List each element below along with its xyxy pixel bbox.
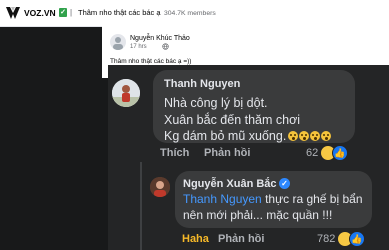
reply-line-2: nên mới phải... mặc quần !!! (183, 208, 333, 222)
voz-logo-icon[interactable] (5, 5, 21, 21)
comment-line-3: Kg dám bỏ mũ xuống. (164, 128, 332, 145)
reply-author-name[interactable]: Nguyễn Xuân Bắc (183, 178, 277, 191)
post-timestamp[interactable]: 17 hrs (130, 43, 147, 51)
comment-screenshot: Thanh Nguyen Nhà công lý bị dột. Xuân bắ… (108, 65, 389, 250)
emoji-group (288, 129, 332, 145)
astonished-emoji-icon (310, 131, 321, 141)
reply-avatar[interactable] (150, 177, 170, 197)
avatar-image-icon (113, 37, 123, 50)
header-separator: | (70, 8, 73, 17)
like-reaction-icon: 👍 (332, 145, 348, 161)
reply-reaction-count[interactable]: 782 (317, 233, 335, 246)
comment-line-3-text: Kg dám bỏ mũ xuống. (164, 129, 287, 143)
astonished-emoji-icon (321, 131, 332, 141)
reaction-icons[interactable]: 👍 (320, 145, 350, 161)
comment-avatar[interactable] (112, 79, 140, 107)
author-avatar[interactable] (110, 34, 126, 50)
avatar-image-icon (112, 79, 140, 107)
reaction-count[interactable]: 62 (306, 147, 318, 160)
post-author-name[interactable]: Nguyễn Khúc Thảo (130, 34, 190, 43)
comment-line-2: Xuân bắc đến thăm chơi (164, 113, 301, 127)
mention-link[interactable]: Thanh Nguyen (183, 192, 262, 206)
member-count: 304.7K members (164, 9, 216, 17)
reply-button-2[interactable]: Phản hồi (218, 233, 264, 246)
astonished-emoji-icon (288, 131, 299, 141)
reply-thread-line (140, 162, 142, 250)
verified-check-icon: ✓ (59, 8, 67, 17)
like-reaction-icon: 👍 (349, 231, 365, 247)
header-dot: · (157, 8, 160, 17)
comment-line-1: Nhà công lý bị dột. (164, 96, 268, 110)
group-name-link[interactable]: Thâm nho thật các bác ạ (78, 8, 161, 18)
avatar-image-icon (150, 177, 170, 197)
verified-badge-icon: ✓ (279, 178, 290, 189)
astonished-emoji-icon (299, 131, 310, 141)
reply-button[interactable]: Phản hồi (204, 147, 250, 160)
reply-reaction-icons[interactable]: 👍 (337, 231, 367, 247)
group-header: VOZ.VN ✓ | Thâm nho thật các bác ạ · 304… (0, 0, 389, 27)
reply-line-1-text: thực ra ghế bị bẩn (261, 192, 363, 206)
comment-bubble: Thanh Nguyen Nhà công lý bị dột. Xuân bắ… (153, 70, 355, 143)
comment-author-name[interactable]: Thanh Nguyen (164, 78, 240, 91)
haha-button[interactable]: Haha (182, 233, 209, 246)
reply-bubble: Nguyễn Xuân Bắc ✓ Thanh Nguyen thực ra g… (175, 171, 372, 228)
like-button[interactable]: Thích (160, 147, 189, 160)
brand-name[interactable]: VOZ.VN (24, 8, 56, 18)
globe-icon (162, 43, 169, 50)
reply-line-1: Thanh Nguyen thực ra ghế bị bẩn (183, 192, 363, 207)
